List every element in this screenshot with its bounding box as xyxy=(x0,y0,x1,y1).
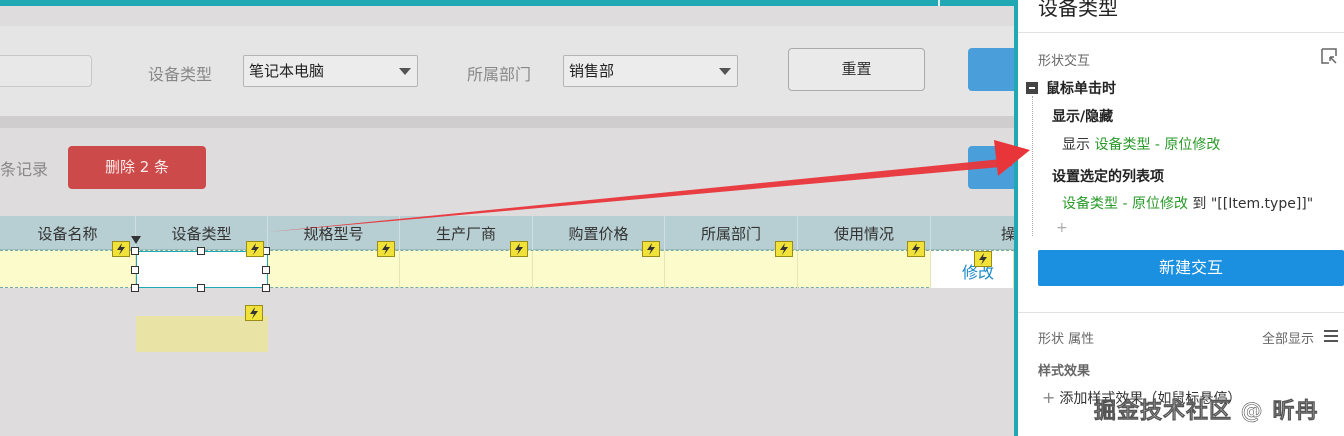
resize-handle[interactable] xyxy=(131,266,139,274)
action-set-list-title[interactable]: 设置选定的列表项 xyxy=(1052,166,1164,186)
chevron-down-icon xyxy=(719,68,731,75)
hamburger-menu-icon[interactable] xyxy=(1324,330,1338,342)
action-to: 到 xyxy=(1192,196,1207,212)
add-action-icon[interactable]: + xyxy=(1056,220,1068,236)
show-all-link[interactable]: 全部显示 xyxy=(1262,328,1314,347)
section-divider xyxy=(0,116,1014,128)
expand-corner-icon[interactable] xyxy=(1320,47,1338,65)
column-operations[interactable]: 操 xyxy=(931,216,1014,250)
resize-handle[interactable] xyxy=(131,247,139,255)
lightning-bolt-icon[interactable] xyxy=(642,241,660,257)
action-target: 设备类型 - 原位修改 xyxy=(1094,137,1221,153)
department-label: 所属部门 xyxy=(467,65,532,84)
lightning-bolt-icon[interactable] xyxy=(246,241,264,257)
lightning-bolt-icon[interactable] xyxy=(907,241,925,257)
add-button[interactable] xyxy=(968,146,1014,189)
event-on-click[interactable]: 鼠标单击时 xyxy=(1046,78,1116,98)
lightning-bolt-icon[interactable] xyxy=(510,241,528,257)
top-bar-divider xyxy=(938,0,940,6)
action-verb: 显示 xyxy=(1062,137,1090,153)
new-interaction-button[interactable]: 新建交互 xyxy=(1038,250,1344,286)
resize-handle[interactable] xyxy=(197,284,205,292)
department-selected: 销售部 xyxy=(569,62,615,80)
action-value: "[[Item.type]]" xyxy=(1210,196,1314,212)
panel-title: 设备类型 xyxy=(1038,0,1118,20)
record-count-text: 条记录 xyxy=(0,160,49,179)
plus-icon: + xyxy=(1042,388,1056,407)
action-target: 设备类型 - 原位修改 xyxy=(1062,196,1188,212)
tree-guide-line xyxy=(1032,96,1033,236)
style-effects-label: 样式效果 xyxy=(1038,364,1091,379)
action-set-list-detail[interactable]: 设备类型 - 原位修改 到 "[[Item.type]]" xyxy=(1062,193,1313,213)
resize-handle[interactable] xyxy=(197,247,205,255)
inplace-edit-ghost[interactable] xyxy=(136,316,268,352)
action-show-hide-title[interactable]: 显示/隐藏 xyxy=(1052,106,1113,126)
inspector-panel: 设备类型 形状交互 鼠标单击时 显示/隐藏 显示 设备类型 - 原位修改 设置选… xyxy=(1014,0,1344,436)
watermark-text: 掘金技术社区 @ 昕冉 xyxy=(1094,399,1319,425)
panel-divider xyxy=(1018,312,1344,313)
table-row xyxy=(0,250,1014,288)
device-type-selected: 笔记本电脑 xyxy=(249,62,325,80)
action-show-hide-detail[interactable]: 显示 设备类型 - 原位修改 xyxy=(1062,134,1220,154)
lightning-bolt-icon[interactable] xyxy=(112,241,130,257)
reset-button[interactable]: 重置 xyxy=(788,48,925,91)
lightning-bolt-icon[interactable] xyxy=(974,251,992,267)
device-type-label: 设备类型 xyxy=(148,65,213,84)
panel-divider xyxy=(1018,32,1344,33)
resize-handle[interactable] xyxy=(262,284,270,292)
search-button[interactable] xyxy=(968,48,1014,91)
interaction-section-label: 形状交互 xyxy=(1038,54,1091,69)
resize-handle[interactable] xyxy=(262,266,270,274)
chevron-down-icon xyxy=(399,68,411,75)
device-type-select[interactable]: 笔记本电脑 xyxy=(243,55,418,87)
department-select[interactable]: 销售部 xyxy=(563,55,738,87)
lightning-bolt-icon[interactable] xyxy=(245,305,263,321)
table-header: 设备名称 设备类型 规格型号 生产厂商 购置价格 所属部门 使用情况 操 xyxy=(0,216,1014,250)
lightning-bolt-icon[interactable] xyxy=(775,241,793,257)
shape-props-label: 形状 属性 xyxy=(1038,332,1095,347)
keyword-input[interactable] xyxy=(0,55,92,87)
minus-square-icon[interactable] xyxy=(1026,82,1038,94)
prototype-canvas: 设备类型 笔记本电脑 所属部门 销售部 重置 条记录 删除 2 条 设备名称 设… xyxy=(0,0,1014,436)
lightning-bolt-icon[interactable] xyxy=(377,241,395,257)
top-accent-bar xyxy=(0,0,1014,6)
selection-anchor-icon xyxy=(131,236,141,244)
resize-handle[interactable] xyxy=(131,284,139,292)
delete-button[interactable]: 删除 2 条 xyxy=(68,146,206,189)
